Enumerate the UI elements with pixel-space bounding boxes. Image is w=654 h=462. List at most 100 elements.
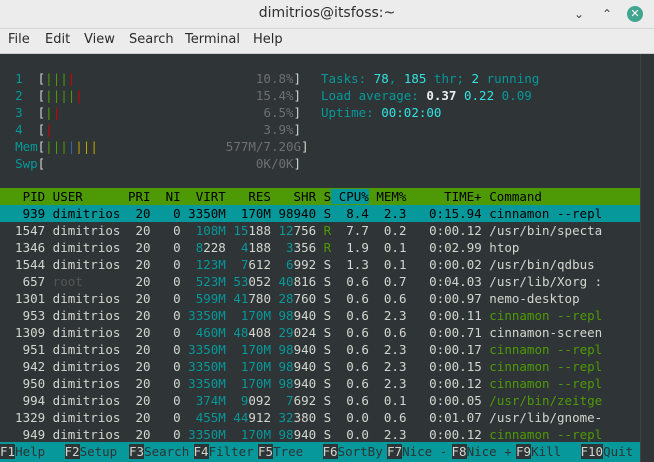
- menu-search[interactable]: Search: [129, 32, 174, 47]
- fkey-sortby[interactable]: F6SortBy: [322, 443, 383, 461]
- column-mem-[interactable]: MEM%: [369, 189, 406, 204]
- menu-view[interactable]: View: [84, 32, 115, 47]
- minimize-icon[interactable]: ⌄: [572, 7, 586, 21]
- cell-time-: 0:04.03: [406, 274, 482, 289]
- table-row[interactable]: 942 dimitrios 20 0 3350M 170M 98940 S 0.…: [0, 358, 603, 375]
- cell-user: dimitrios: [45, 240, 121, 255]
- cell-pid: 657: [0, 274, 46, 289]
- cell-time-: 0:00.12: [406, 427, 482, 442]
- cell-command: /usr/bin/zeitge: [481, 393, 603, 408]
- cell-pri: 20: [120, 291, 151, 306]
- cell-user: root: [45, 274, 121, 289]
- terminal-area[interactable]: 1 [|||| 10.8%] 2 [||||| 15.4%] 3 [|| 6.5…: [0, 54, 640, 462]
- cell-s: S: [316, 308, 332, 323]
- cell-cpu-: 0.6: [331, 342, 369, 357]
- column-s[interactable]: S: [316, 189, 332, 204]
- cell-time-: 0:15.94: [406, 206, 482, 221]
- column-shr[interactable]: SHR: [271, 189, 317, 204]
- cell-mem-: 2.3: [368, 359, 407, 374]
- cell-ni: 0: [150, 393, 181, 408]
- menu-terminal[interactable]: Terminal: [185, 32, 240, 47]
- cell-shr: 98940: [278, 427, 317, 442]
- cell-pri: 20: [120, 427, 151, 442]
- cell-command: cinnamon --repl: [481, 376, 603, 391]
- table-row[interactable]: 657 root 20 0 523M 53052 40816 S 0.6 0.7…: [0, 273, 603, 290]
- table-row[interactable]: 1301 dimitrios 20 0 599M 41780 28760 S 0…: [0, 290, 602, 307]
- table-row[interactable]: 1547 dimitrios 20 0 108M 15188 12756 R 7…: [0, 222, 602, 239]
- cell-virt: 599M: [195, 291, 226, 306]
- table-row[interactable]: 1544 dimitrios 20 0 123M 7612 6992 S 1.3…: [0, 256, 602, 273]
- column-pri[interactable]: PRI: [120, 189, 151, 204]
- table-row[interactable]: 951 dimitrios 20 0 3350M 170M 98940 S 0.…: [0, 341, 603, 358]
- cell-cpu-: 0.0: [331, 427, 369, 442]
- cell-pid: 1544: [0, 257, 46, 272]
- function-key-bar: F1Help F2Setup F3Search F4Filter F5Tree F6…: [0, 442, 640, 462]
- cell-shr: 40816: [278, 274, 317, 289]
- fkey-help[interactable]: F1Help: [0, 443, 60, 461]
- mem-meter: Mem[||||||| 577M/7.20G]: [15, 139, 309, 154]
- cell-res: 170M: [240, 359, 271, 374]
- cell-shr: 7692: [286, 393, 317, 408]
- menu-edit[interactable]: Edit: [45, 32, 70, 47]
- scrollbar[interactable]: [640, 54, 654, 462]
- terminal-window: dimitrios@itsfoss:~ ⌄ ⌃ ✕ File Edit View…: [0, 0, 654, 462]
- cell-shr: 98940: [278, 342, 317, 357]
- fkey-setup[interactable]: F2Setup: [64, 443, 125, 461]
- cell-ni: 0: [150, 291, 181, 306]
- cell-user: dimitrios: [45, 206, 121, 221]
- cell-cpu-: 0.6: [331, 274, 369, 289]
- fkey-niceplus[interactable]: F8Nice +: [451, 443, 512, 461]
- cell-pri: 20: [120, 342, 151, 357]
- fkey-tree[interactable]: F5Tree: [258, 443, 318, 461]
- cell-command: cinnamon --repl: [481, 342, 603, 357]
- column-ni[interactable]: NI: [151, 189, 181, 204]
- table-row[interactable]: 1346 dimitrios 20 0 8228 4188 3356 R 1.9…: [0, 239, 602, 256]
- cell-res: 170M: [240, 427, 271, 442]
- cell-cpu-: 1.9: [331, 240, 369, 255]
- menu-help[interactable]: Help: [253, 32, 283, 47]
- cell-pid: 949: [0, 427, 46, 442]
- cell-mem-: 0.1: [368, 257, 407, 272]
- maximize-icon[interactable]: ⌃: [600, 7, 614, 21]
- cell-s: S: [316, 393, 332, 408]
- table-row[interactable]: 939 dimitrios 20 0 3350M 170M 98940 S 8.…: [0, 205, 603, 222]
- column-res[interactable]: RES: [226, 189, 271, 204]
- column-user[interactable]: USER: [45, 189, 120, 204]
- cell-user: dimitrios: [45, 427, 121, 442]
- column-virt[interactable]: VIRT: [181, 189, 226, 204]
- column-command[interactable]: Command: [482, 189, 602, 204]
- table-row[interactable]: 994 dimitrios 20 0 374M 9092 7692 S 0.6 …: [0, 392, 603, 409]
- table-row[interactable]: 950 dimitrios 20 0 3350M 170M 98940 S 0.…: [0, 375, 603, 392]
- cell-mem-: 0.1: [368, 240, 407, 255]
- table-row[interactable]: 953 dimitrios 20 0 3350M 170M 98940 S 0.…: [0, 307, 603, 324]
- cell-pid: 953: [0, 308, 46, 323]
- cell-command: /usr/bin/specta: [481, 223, 603, 238]
- close-icon[interactable]: ✕: [627, 6, 643, 22]
- cell-virt: 3350M: [188, 342, 226, 357]
- cell-pid: 939: [0, 206, 46, 221]
- fkey-quit[interactable]: F10Quit: [580, 443, 641, 461]
- cell-s: S: [316, 325, 332, 340]
- column-pid[interactable]: PID: [0, 189, 46, 204]
- cell-time-: 0:02.99: [406, 240, 482, 255]
- column-cpu-[interactable]: CPU%: [331, 189, 369, 204]
- cell-s: S: [316, 359, 332, 374]
- fkey-kill[interactable]: F9Kill: [516, 443, 576, 461]
- cell-shr: 98940: [278, 308, 317, 323]
- fkey-filter[interactable]: F4Filter: [193, 443, 254, 461]
- cell-shr: 6992: [286, 257, 317, 272]
- column-headers[interactable]: PID USER PRI NI VIRT RES SHR S CPU% MEM%…: [0, 188, 602, 205]
- table-row[interactable]: 1329 dimitrios 20 0 455M 44912 32380 S 0…: [0, 409, 602, 426]
- cell-ni: 0: [150, 206, 181, 221]
- cell-pid: 951: [0, 342, 46, 357]
- title-bar[interactable]: dimitrios@itsfoss:~ ⌄ ⌃ ✕: [0, 0, 654, 29]
- table-row[interactable]: 1309 dimitrios 20 0 460M 48408 29024 S 0…: [0, 324, 602, 341]
- fkey-search[interactable]: F3Search: [129, 443, 189, 461]
- cell-pri: 20: [120, 359, 151, 374]
- cell-mem-: 2.3: [368, 427, 407, 442]
- fkey-niceminus[interactable]: F7Nice -: [387, 443, 447, 461]
- column-time-[interactable]: TIME+: [406, 189, 482, 204]
- tasks-summary: Tasks: 78, 185 thr; 2 running: [321, 71, 540, 86]
- menu-file[interactable]: File: [8, 32, 30, 47]
- table-row[interactable]: 949 dimitrios 20 0 3350M 170M 98940 S 0.…: [0, 426, 603, 443]
